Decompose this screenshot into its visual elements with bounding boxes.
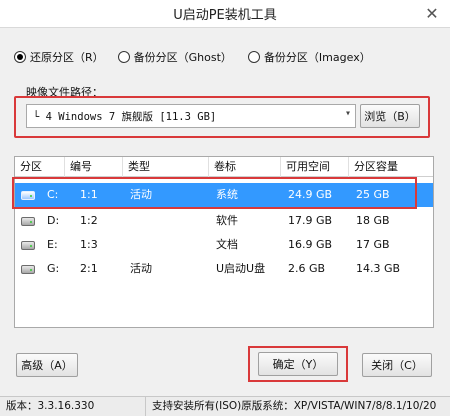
supported-systems-text: 支持安装所有(ISO)原版系统：XP/VISTA/WIN7/8/8.1/10/2… <box>152 400 437 412</box>
table-row[interactable]: G: 2:1 活动 U启动U盘 2.6 GB 14.3 GB <box>15 257 433 281</box>
hard-disk-icon <box>21 191 35 200</box>
cell-size: 14.3 GB <box>356 262 401 275</box>
hard-disk-icon <box>21 217 35 226</box>
backup-imagex-radio[interactable]: 备份分区（Imagex） <box>247 49 371 65</box>
cell-size: 17 GB <box>356 238 390 251</box>
column-header-label[interactable]: 卷标 <box>209 157 281 177</box>
confirm-button-highlight: 确定（Y） <box>248 346 348 382</box>
column-header-number[interactable]: 编号 <box>65 157 123 177</box>
image-path-highlight: └ 4 Windows 7 旗舰版 [11.3 GB] ▾ 浏览（B） <box>14 96 430 138</box>
cell-number: 1:2 <box>80 214 98 227</box>
cell-free: 24.9 GB <box>288 188 333 201</box>
cell-free: 17.9 GB <box>288 214 333 227</box>
cell-label: 软件 <box>216 214 238 227</box>
cell-drive: G: <box>47 262 60 275</box>
cell-type <box>125 209 130 233</box>
usb-drive-icon <box>21 265 35 274</box>
confirm-button[interactable]: 确定（Y） <box>258 352 338 376</box>
radio-unselected-icon <box>117 51 130 63</box>
image-path-value: └ 4 Windows 7 旗舰版 [11.3 GB] <box>33 110 217 123</box>
column-header-partition[interactable]: 分区 <box>15 157 65 177</box>
hard-disk-icon <box>21 241 35 250</box>
image-path-dropdown[interactable]: └ 4 Windows 7 旗舰版 [11.3 GB] ▾ <box>26 104 356 128</box>
cell-label: 文档 <box>216 238 238 251</box>
cell-number: 1:3 <box>80 238 98 251</box>
backup-imagex-label: 备份分区（Imagex） <box>263 51 371 64</box>
radio-selected-icon <box>14 51 26 63</box>
cell-drive: C: <box>47 188 59 201</box>
table-header: 分区 编号 类型 卷标 可用空间 分区容量 <box>15 157 433 177</box>
mode-radio-group: 还原分区（R） 备份分区（Ghost） 备份分区（Imagex） <box>14 48 440 66</box>
cell-size: 25 GB <box>356 188 390 201</box>
table-row[interactable]: C: 1:1 活动 系统 24.9 GB 25 GB <box>15 183 433 207</box>
cell-drive: D: <box>47 214 60 227</box>
cell-label: U启动U盘 <box>216 262 266 275</box>
close-icon[interactable]: ✕ <box>422 4 442 24</box>
column-header-free-space[interactable]: 可用空间 <box>281 157 349 177</box>
cell-type: 活动 <box>130 262 152 275</box>
restore-partition-radio[interactable]: 还原分区（R） <box>14 49 104 65</box>
partition-table: 分区 编号 类型 卷标 可用空间 分区容量 C: 1:1 活动 系统 24.9 … <box>14 156 434 328</box>
cell-number: 1:1 <box>80 188 98 201</box>
radio-unselected-icon <box>247 51 260 63</box>
title-bar: U启动PE装机工具 ✕ <box>0 0 450 28</box>
close-button[interactable]: 关闭（C） <box>362 353 432 377</box>
advanced-button[interactable]: 高级（A） <box>16 353 78 377</box>
table-row[interactable]: E: 1:3 文档 16.9 GB 17 GB <box>15 233 433 257</box>
chevron-down-icon[interactable]: ▾ <box>345 108 351 119</box>
backup-ghost-radio[interactable]: 备份分区（Ghost） <box>117 49 232 65</box>
column-header-size[interactable]: 分区容量 <box>349 157 435 177</box>
status-bar: 版本：3.3.16.330 支持安装所有(ISO)原版系统：XP/VISTA/W… <box>0 396 450 416</box>
backup-ghost-label: 备份分区（Ghost） <box>133 51 232 64</box>
window-title: U启动PE装机工具 <box>173 8 277 23</box>
cell-drive: E: <box>47 238 58 251</box>
version-text: 版本：3.3.16.330 <box>0 397 146 416</box>
column-header-type[interactable]: 类型 <box>123 157 209 177</box>
cell-size: 18 GB <box>356 214 390 227</box>
cell-number: 2:1 <box>80 262 98 275</box>
table-row[interactable]: D: 1:2 软件 17.9 GB 18 GB <box>15 209 433 233</box>
cell-type: 活动 <box>130 188 152 201</box>
cell-free: 16.9 GB <box>288 238 333 251</box>
cell-type <box>125 233 130 257</box>
restore-partition-label: 还原分区（R） <box>30 51 104 64</box>
browse-button[interactable]: 浏览（B） <box>360 104 420 128</box>
cell-label: 系统 <box>216 188 238 201</box>
cell-free: 2.6 GB <box>288 262 326 275</box>
